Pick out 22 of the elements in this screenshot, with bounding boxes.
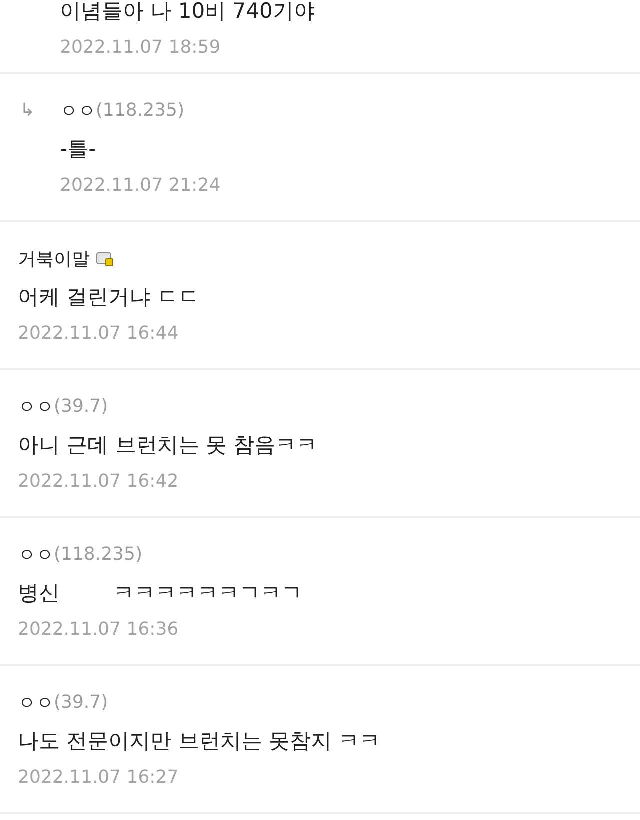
comment-date: 2022.11.07 16:36 [18, 618, 180, 640]
comment-date: 2022.11.07 16:42 [18, 470, 180, 492]
ip-address: (39.7) [54, 396, 108, 417]
comment-date: 2022.11.07 16:44 [18, 322, 180, 344]
author-name[interactable]: ㅇㅇ [18, 394, 54, 418]
comment-text: 아니 근데 브런치는 못 참음ㅋㅋ [18, 432, 319, 458]
comment-date: 2022.11.07 16:27 [18, 766, 180, 788]
comment-date: 2022.11.07 18:59 [60, 37, 222, 58]
reply-arrow: ↳ [20, 100, 36, 121]
comment-text: -틀- [60, 136, 98, 162]
author-name[interactable]: ㅇㅇ [18, 690, 54, 714]
comment-text: 나도 전문이지만 브런치는 못참지 ㅋㅋ [18, 728, 382, 754]
author-name[interactable]: ㅇㅇ [18, 542, 54, 566]
comment-text: 이념들아 나 10비 740기야 [60, 0, 316, 25]
author-name[interactable]: 거북이말 [18, 246, 90, 270]
comment-text: 어케 걸린거냐 ㄷㄷ [18, 284, 200, 310]
comment-text: 병신 ㅋㅋㅋㅋㅋㅋㄱㅋㄱ [18, 580, 304, 606]
author-name[interactable]: ㅇㅇ [60, 98, 96, 122]
ip-address: (118.235) [96, 100, 184, 121]
ip-address: (118.235) [54, 544, 142, 565]
comment-date: 2022.11.07 21:24 [60, 174, 222, 196]
ip-address: (39.7) [54, 692, 108, 713]
